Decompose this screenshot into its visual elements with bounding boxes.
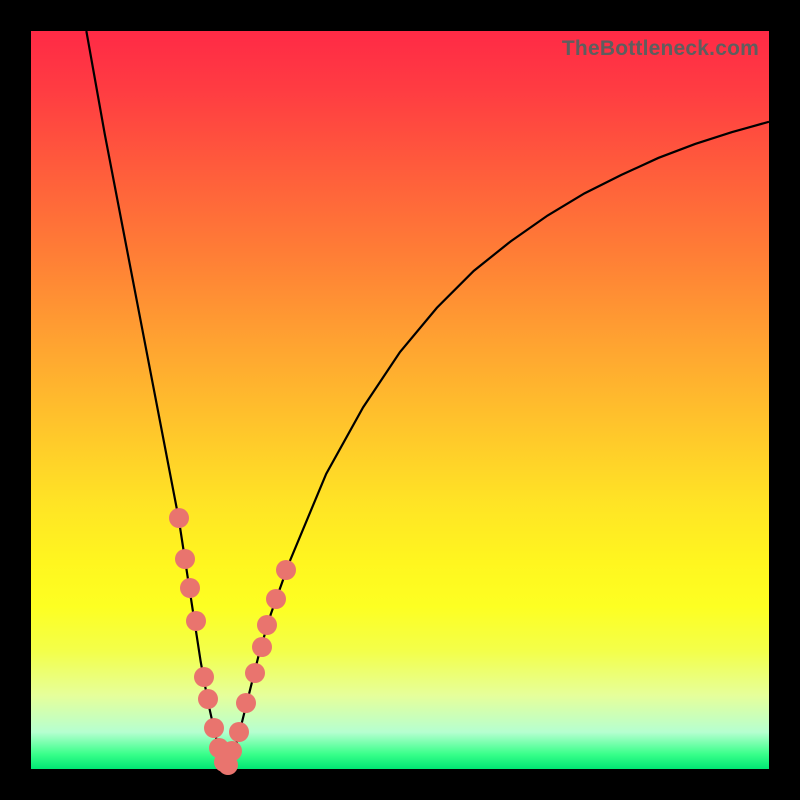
marker-dot-left bbox=[180, 578, 200, 598]
marker-dot-right bbox=[236, 693, 256, 713]
plot-area: TheBottleneck.com bbox=[31, 31, 769, 769]
marker-dot-right bbox=[222, 741, 242, 761]
curve-layer bbox=[31, 31, 769, 769]
marker-dot-right bbox=[276, 560, 296, 580]
marker-dot-right bbox=[229, 722, 249, 742]
marker-dot-left bbox=[175, 549, 195, 569]
marker-dot-right bbox=[266, 589, 286, 609]
marker-dot-right bbox=[252, 637, 272, 657]
curve-left bbox=[86, 31, 225, 765]
marker-dot-left bbox=[204, 718, 224, 738]
chart-frame: TheBottleneck.com bbox=[0, 0, 800, 800]
marker-dot-left bbox=[194, 667, 214, 687]
marker-dot-right bbox=[257, 615, 277, 635]
marker-dot-left bbox=[186, 611, 206, 631]
marker-dot-left bbox=[198, 689, 218, 709]
marker-dot-right bbox=[245, 663, 265, 683]
curve-right bbox=[226, 122, 769, 766]
marker-dot-left bbox=[169, 508, 189, 528]
